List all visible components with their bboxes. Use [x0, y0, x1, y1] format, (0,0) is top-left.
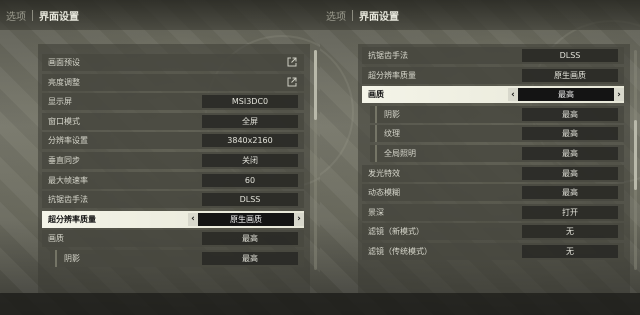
- setting-value[interactable]: 全屏: [202, 114, 298, 128]
- chevron-left-icon[interactable]: ‹: [188, 212, 198, 226]
- setting-row-motion-blur[interactable]: 动态模糊 最高: [362, 184, 624, 202]
- setting-row-anti-aliasing[interactable]: 抗锯齿手法 DLSS: [362, 47, 624, 64]
- breadcrumb-options[interactable]: 选项: [6, 8, 26, 23]
- setting-value[interactable]: 最高: [522, 186, 618, 200]
- setting-row-global-illumination[interactable]: 全局照明 最高: [370, 145, 624, 162]
- scrollbar-thumb[interactable]: [634, 120, 637, 190]
- setting-label: 画面预设: [48, 58, 80, 67]
- setting-value[interactable]: 原生画质: [198, 212, 294, 226]
- setting-label: 画质: [48, 234, 64, 244]
- setting-row-image-quality[interactable]: 画质 最高: [42, 230, 304, 248]
- page-title: 界面设置: [39, 11, 79, 23]
- setting-label: 最大帧速率: [48, 175, 88, 185]
- setting-row-image-quality[interactable]: 画质 最高 ‹ ›: [362, 86, 624, 104]
- setting-value[interactable]: 无: [522, 225, 618, 239]
- setting-label: 滤镜（传统模式）: [368, 247, 432, 256]
- external-link-icon[interactable]: [287, 77, 297, 87]
- setting-value[interactable]: 最高: [522, 147, 618, 160]
- settings-pane-right: 选项 界面设置 抗锯齿手法 DLSS 超分辨率质量 原生画质 画质 最高 ‹ › 阴影 最高 纹理最…: [320, 0, 640, 315]
- setting-label: 阴影: [64, 254, 80, 263]
- setting-label: 垂直同步: [48, 156, 80, 165]
- setting-value[interactable]: MSI3DC0: [202, 95, 298, 109]
- setting-label: 超分辨率质量: [368, 70, 416, 80]
- breadcrumb-separator: [32, 9, 33, 21]
- setting-label: 窗口模式: [48, 116, 80, 126]
- bottom-bar: [320, 293, 640, 315]
- setting-row-depth-of-field[interactable]: 景深 打开: [362, 203, 624, 221]
- chevron-right-icon[interactable]: ›: [294, 212, 304, 226]
- page-title: 界面设置: [359, 11, 399, 23]
- setting-value[interactable]: 60: [202, 173, 298, 187]
- setting-value[interactable]: 最高: [522, 166, 618, 180]
- setting-label: 滤镜（新模式）: [368, 227, 424, 237]
- setting-row-resolution[interactable]: 分辨率设置 3840x2160: [42, 132, 304, 150]
- setting-value[interactable]: 3840x2160: [202, 134, 298, 148]
- setting-row-display[interactable]: 显示屏 MSI3DC0: [42, 93, 304, 111]
- setting-label: 抗锯齿手法: [368, 51, 408, 60]
- breadcrumb-separator: [352, 9, 353, 21]
- setting-row-super-resolution-quality[interactable]: 超分辨率质量 原生画质 ‹ ›: [42, 210, 304, 228]
- setting-label: 发光特效: [368, 168, 400, 178]
- setting-row-window-mode[interactable]: 窗口模式 全屏: [42, 112, 304, 130]
- setting-value[interactable]: 最高: [522, 127, 618, 141]
- setting-label: 亮度调整: [48, 77, 80, 87]
- setting-value[interactable]: 最高: [202, 232, 298, 246]
- setting-value[interactable]: 最高: [202, 252, 298, 265]
- setting-row-anti-aliasing[interactable]: 抗锯齿手法 DLSS: [42, 191, 304, 209]
- screenshot-root: 选项 界面设置 画面预设亮度调整显示屏 MSI3DC0 窗口模式 全屏分辨率设置 384…: [0, 0, 640, 315]
- setting-label: 分辨率设置: [48, 136, 88, 146]
- setting-value[interactable]: DLSS: [202, 193, 298, 207]
- top-bar: 选项 界面设置: [320, 0, 640, 30]
- chevron-right-icon[interactable]: ›: [614, 88, 624, 102]
- scrollbar[interactable]: [634, 50, 637, 270]
- setting-row-shadow[interactable]: 阴影 最高: [370, 105, 624, 123]
- setting-row-vsync[interactable]: 垂直同步 关闭: [42, 152, 304, 169]
- setting-value[interactable]: 打开: [522, 205, 618, 219]
- setting-row-texture[interactable]: 纹理 最高: [370, 125, 624, 143]
- setting-row-bloom[interactable]: 发光特效 最高: [362, 164, 624, 182]
- scrollbar[interactable]: [314, 50, 317, 270]
- setting-row-max-fps[interactable]: 最大帧速率 60: [42, 171, 304, 189]
- setting-value[interactable]: 原生画质: [522, 68, 618, 82]
- setting-value[interactable]: DLSS: [522, 49, 618, 62]
- setting-row-super-resolution-quality[interactable]: 超分辨率质量 原生画质: [362, 66, 624, 84]
- setting-row-filter-new[interactable]: 滤镜（新模式） 无: [362, 223, 624, 241]
- setting-value[interactable]: 无: [522, 245, 618, 258]
- setting-label: 动态模糊: [368, 188, 400, 198]
- setting-row-graphics-preset[interactable]: 画面预设: [42, 54, 304, 71]
- external-link-icon[interactable]: [287, 57, 297, 67]
- chevron-left-icon[interactable]: ‹: [508, 88, 518, 102]
- setting-value[interactable]: 最高: [518, 88, 614, 102]
- setting-label: 画质: [368, 90, 384, 100]
- top-bar: 选项 界面设置: [0, 0, 320, 30]
- setting-row-filter-classic[interactable]: 滤镜（传统模式） 无: [362, 243, 624, 260]
- setting-label: 阴影: [384, 109, 400, 119]
- breadcrumb-options[interactable]: 选项: [326, 8, 346, 23]
- setting-label: 全局照明: [384, 149, 416, 158]
- setting-label: 显示屏: [48, 97, 72, 107]
- bottom-bar: [0, 293, 320, 315]
- setting-value[interactable]: 关闭: [202, 154, 298, 167]
- setting-row-shadow[interactable]: 阴影 最高: [50, 250, 304, 267]
- setting-label: 抗锯齿手法: [48, 195, 88, 205]
- settings-pane-left: 选项 界面设置 画面预设亮度调整显示屏 MSI3DC0 窗口模式 全屏分辨率设置 384…: [0, 0, 320, 315]
- setting-value[interactable]: 最高: [522, 107, 618, 121]
- setting-label: 景深: [368, 207, 384, 217]
- setting-label: 超分辨率质量: [48, 214, 96, 224]
- setting-row-brightness[interactable]: 亮度调整: [42, 73, 304, 91]
- setting-label: 纹理: [384, 129, 400, 139]
- scrollbar-thumb[interactable]: [314, 50, 317, 120]
